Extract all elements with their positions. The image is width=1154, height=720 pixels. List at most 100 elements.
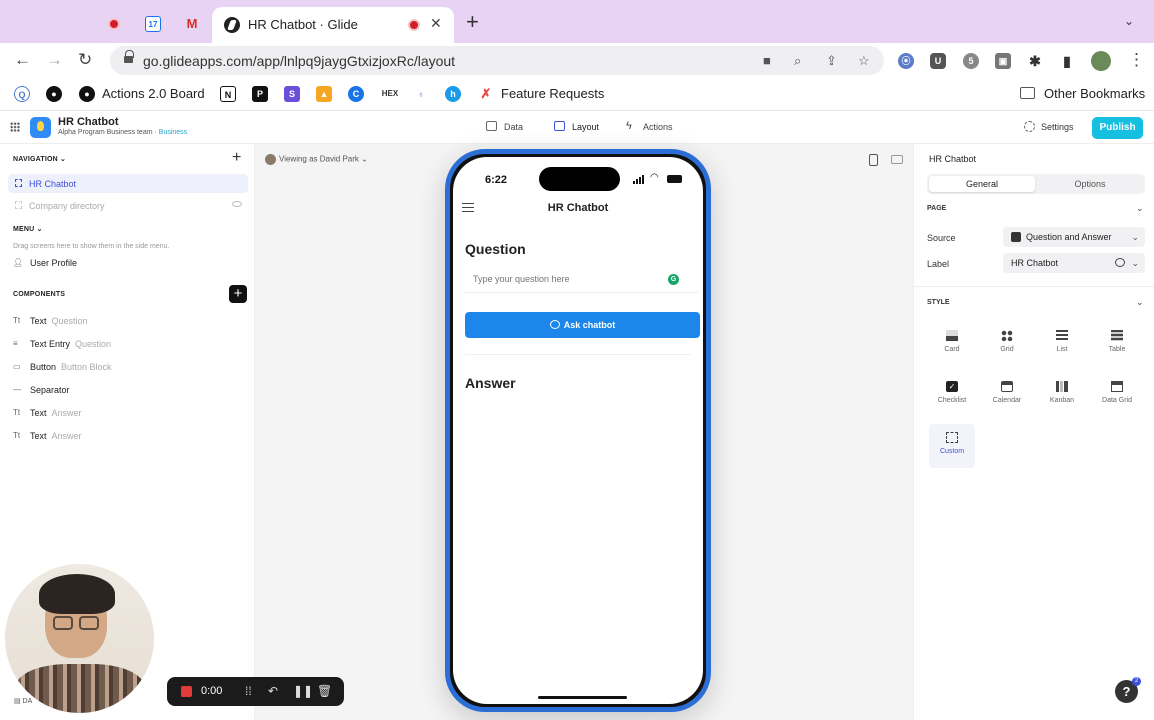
- answer-label[interactable]: Answer: [465, 375, 516, 391]
- apps-grid-icon[interactable]: [10, 122, 20, 132]
- style-grid[interactable]: Grid: [984, 322, 1030, 366]
- ublock-icon[interactable]: U: [930, 53, 946, 69]
- bookmark-feature-requests[interactable]: Feature Requests: [501, 86, 604, 101]
- style-calendar[interactable]: Calendar: [984, 373, 1030, 417]
- table-source-icon: [1011, 231, 1021, 242]
- extension-icon-1[interactable]: ⦿: [898, 53, 914, 69]
- github-icon-2[interactable]: ●: [79, 86, 95, 102]
- menu-heading[interactable]: MENU ⌄: [13, 225, 43, 233]
- nav-item-hr-chatbot[interactable]: HR Chatbot: [8, 174, 248, 193]
- github-icon[interactable]: ●: [46, 86, 62, 102]
- address-bar[interactable]: go.glideapps.com/app/lnlpq9jaygGtxizjoxR…: [110, 46, 884, 75]
- gmail-tab-icon[interactable]: M: [184, 16, 200, 32]
- bookmark-icon-p[interactable]: P: [252, 86, 268, 102]
- style-card[interactable]: Card: [929, 322, 975, 366]
- publish-button[interactable]: Publish: [1092, 117, 1143, 139]
- question-input-field[interactable]: G: [465, 269, 699, 293]
- share-icon[interactable]: ⇪: [826, 53, 837, 69]
- add-component-button[interactable]: +: [229, 285, 247, 303]
- add-screen-button[interactable]: +: [232, 150, 241, 166]
- stop-recording-button[interactable]: [181, 686, 192, 697]
- stripe-icon[interactable]: S: [284, 86, 300, 102]
- bookmark-icon-h[interactable]: h: [445, 86, 461, 102]
- feature-requests-icon[interactable]: ✗: [478, 86, 494, 102]
- tab-options[interactable]: Options: [1037, 176, 1143, 192]
- chat-bubble-icon[interactable]: [1115, 258, 1125, 267]
- other-bookmarks[interactable]: Other Bookmarks: [1044, 86, 1145, 101]
- pause-icon[interactable]: ❚❚: [293, 684, 313, 698]
- notion-icon[interactable]: N: [220, 86, 236, 102]
- bookmark-icon-1[interactable]: Q: [14, 86, 30, 102]
- style-list[interactable]: List: [1039, 322, 1085, 366]
- close-tab-icon[interactable]: ✕: [430, 15, 442, 32]
- style-checklist[interactable]: ✓ Checklist: [929, 373, 975, 417]
- screen-settings-title: HR Chatbot: [929, 154, 977, 164]
- forward-arrow-icon[interactable]: →: [46, 51, 63, 69]
- firebase-icon[interactable]: ▲: [316, 86, 332, 102]
- source-select[interactable]: Question and Answer ⌄: [1003, 227, 1145, 247]
- bookmark-icon-c[interactable]: C: [348, 86, 364, 102]
- separator[interactable]: [465, 354, 691, 355]
- camera-icon[interactable]: ■: [763, 53, 771, 68]
- status-text-da: ▤ DA: [14, 698, 33, 705]
- zoom-icon[interactable]: ⌕: [794, 53, 801, 69]
- viewing-as-selector[interactable]: Viewing as David Park ⌄: [265, 154, 368, 165]
- data-tab-icon: [486, 121, 497, 131]
- phone-preview-icon[interactable]: [869, 154, 878, 166]
- bookmark-icon-drop[interactable]: ♁: [413, 86, 429, 102]
- settings-button[interactable]: Settings: [1041, 122, 1074, 132]
- app-title[interactable]: HR Chatbot: [58, 116, 119, 128]
- app-icon[interactable]: [30, 117, 51, 138]
- tab-data[interactable]: Data: [504, 122, 523, 132]
- menu-hint: Drag screens here to show them in the si…: [13, 243, 170, 250]
- tab-general[interactable]: General: [929, 176, 1035, 192]
- sidebar-icon[interactable]: ▮: [1059, 53, 1075, 69]
- lock-icon: [124, 50, 134, 65]
- tab-actions[interactable]: Actions: [643, 122, 673, 132]
- reload-icon[interactable]: ↻: [78, 51, 92, 69]
- style-custom[interactable]: Custom: [929, 424, 975, 468]
- bookmark-actions-board[interactable]: Actions 2.0 Board: [102, 86, 205, 101]
- trash-icon[interactable]: 🗑︎: [317, 684, 332, 698]
- hex-icon[interactable]: HEX: [380, 86, 400, 102]
- back-arrow-icon[interactable]: ←: [14, 51, 31, 69]
- new-tab-button[interactable]: +: [466, 11, 479, 33]
- extension-icon-3[interactable]: 5: [963, 53, 979, 69]
- chevron-down-icon[interactable]: ⌄: [1131, 253, 1139, 273]
- hidden-eye-icon[interactable]: [232, 201, 242, 207]
- style-data-grid[interactable]: Data Grid: [1094, 373, 1140, 417]
- grammarly-icon[interactable]: G: [668, 274, 679, 285]
- folder-icon: [1020, 87, 1035, 99]
- puzzle-extensions-icon[interactable]: ✱: [1027, 53, 1043, 69]
- tablet-preview-icon[interactable]: [891, 155, 903, 164]
- undo-icon[interactable]: ↶: [268, 684, 278, 698]
- dynamic-island: [539, 167, 620, 191]
- recording-tab-icon[interactable]: [108, 18, 120, 30]
- active-tab[interactable]: HR Chatbot · Glide ✕: [212, 7, 454, 43]
- separator-icon: —: [13, 385, 21, 394]
- profile-avatar[interactable]: [1091, 51, 1111, 71]
- navigation-heading[interactable]: NAVIGATION ⌄: [13, 155, 66, 163]
- tab-search-chevron-icon[interactable]: ⌄: [1124, 14, 1134, 28]
- bookmark-star-icon[interactable]: ☆: [858, 53, 870, 69]
- browser-menu-icon[interactable]: ⋮: [1128, 51, 1145, 69]
- question-input[interactable]: [473, 274, 663, 284]
- chevron-down-icon[interactable]: ⌄: [1136, 297, 1144, 308]
- style-section-heading: STYLE: [927, 299, 950, 306]
- url-text[interactable]: go.glideapps.com/app/lnlpq9jaygGtxizjoxR…: [143, 53, 455, 69]
- label-field[interactable]: HR Chatbot ⌄: [1003, 253, 1145, 273]
- calendar-icon: [1001, 381, 1013, 392]
- calendar-tab-icon[interactable]: 17: [145, 16, 161, 32]
- text-entry-icon: ≡: [13, 339, 18, 348]
- extension-icon-4[interactable]: ▣: [995, 53, 1011, 69]
- chevron-down-icon: ⌄: [1131, 232, 1139, 242]
- style-kanban[interactable]: Kanban: [1039, 373, 1085, 417]
- chevron-down-icon[interactable]: ⌄: [1136, 203, 1144, 214]
- tab-layout[interactable]: Layout: [572, 122, 599, 132]
- card-icon: [946, 330, 958, 341]
- question-label[interactable]: Question: [465, 241, 526, 257]
- ask-chatbot-button[interactable]: Ask chatbot: [465, 312, 700, 338]
- nav-item-company-directory[interactable]: Company directory: [8, 196, 248, 215]
- grid-dots-icon[interactable]: ⁞⁞: [245, 684, 252, 698]
- style-table[interactable]: Table: [1094, 322, 1140, 366]
